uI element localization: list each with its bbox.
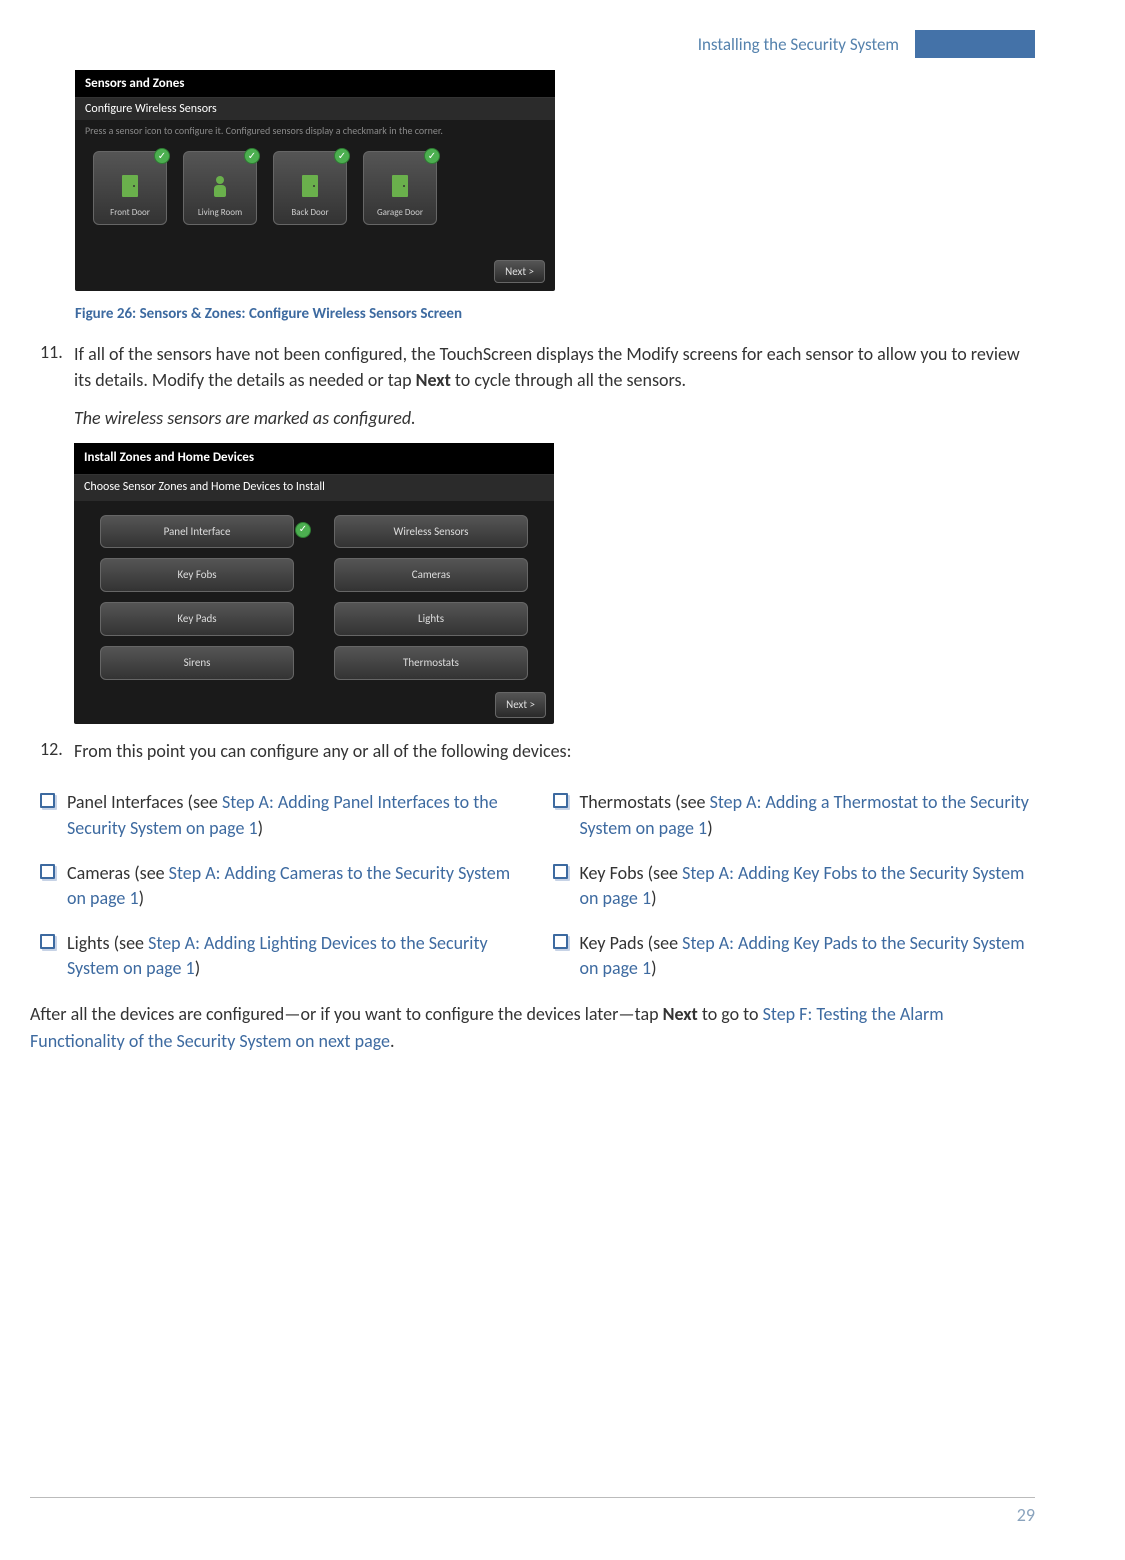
checkbox-icon xyxy=(40,793,55,808)
figure-caption: Figure 26: Sensors & Zones: Configure Wi… xyxy=(75,305,1035,323)
device-checklist: Panel Interfaces (see Step A: Adding Pan… xyxy=(40,790,1035,981)
check-thermostats: Thermostats (see Step A: Adding a Thermo… xyxy=(553,790,1036,840)
checkmark-icon: ✓ xyxy=(154,148,170,164)
step-11: 11. If all of the sensors have not been … xyxy=(40,341,1035,724)
device-label: Cameras xyxy=(412,568,451,581)
step-11-italic: The wireless sensors are marked as confi… xyxy=(74,405,1035,431)
check-tail: ) xyxy=(651,887,656,909)
device-label: Key Pads xyxy=(177,612,216,625)
check-key-pads: Key Pads (see Step A: Adding Key Pads to… xyxy=(553,931,1036,981)
check-tail: ) xyxy=(195,957,200,979)
ss2-subtitle: Choose Sensor Zones and Home Devices to … xyxy=(74,474,554,500)
check-tail: ) xyxy=(651,957,656,979)
check-tail: ) xyxy=(139,887,144,909)
sensor-living-room[interactable]: ✓ Living Room xyxy=(183,151,257,225)
ss2-title: Install Zones and Home Devices xyxy=(74,443,554,474)
device-thermostats[interactable]: Thermostats xyxy=(334,646,528,680)
device-label: Key Fobs xyxy=(177,568,216,581)
page-header: Installing the Security System xyxy=(30,30,1035,58)
sensor-label: Living Room xyxy=(198,207,242,218)
ss1-help: Press a sensor icon to configure it. Con… xyxy=(75,120,555,141)
step-11-text: If all of the sensors have not been conf… xyxy=(74,341,1035,393)
door-icon xyxy=(387,171,413,201)
step-12-text: From this point you can configure any or… xyxy=(74,738,1035,764)
header-title: Installing the Security System xyxy=(698,30,915,55)
checkmark-icon: ✓ xyxy=(244,148,260,164)
page-number: 29 xyxy=(1017,1504,1035,1526)
checkmark-icon: ✓ xyxy=(424,148,440,164)
after-a: After all the devices are configured—or … xyxy=(30,1003,663,1025)
checkbox-icon xyxy=(553,864,568,879)
checkbox-icon xyxy=(40,934,55,949)
device-label: Lights xyxy=(418,612,444,625)
check-lead: Key Pads (see xyxy=(580,932,683,954)
checkbox-icon xyxy=(40,864,55,879)
ss1-subtitle: Configure Wireless Sensors xyxy=(75,97,555,120)
sensor-row: ✓ Front Door ✓ Living Room ✓ Back Door ✓… xyxy=(93,151,537,225)
sensor-back-door[interactable]: ✓ Back Door xyxy=(273,151,347,225)
checkmark-icon: ✓ xyxy=(295,522,311,538)
check-lead: Cameras (see xyxy=(67,862,169,884)
check-tail: ) xyxy=(707,817,712,839)
sensor-label: Front Door xyxy=(110,207,150,218)
step-11-b: to cycle through all the sensors. xyxy=(451,369,686,391)
ss1-title: Sensors and Zones xyxy=(75,70,555,97)
device-key-pads[interactable]: Key Pads xyxy=(100,602,294,636)
checkmark-icon: ✓ xyxy=(334,148,350,164)
device-key-fobs[interactable]: Key Fobs xyxy=(100,558,294,592)
after-d: . xyxy=(390,1030,395,1052)
device-label: Wireless Sensors xyxy=(394,525,469,538)
sensor-label: Back Door xyxy=(291,207,328,218)
check-tail: ) xyxy=(258,817,263,839)
device-lights[interactable]: Lights xyxy=(334,602,528,636)
device-label: Thermostats xyxy=(403,656,459,669)
after-note: After all the devices are configured—or … xyxy=(30,1001,1035,1053)
check-lead: Lights (see xyxy=(67,932,148,954)
device-wireless-sensors[interactable]: Wireless Sensors xyxy=(334,515,528,549)
check-lead: Thermostats (see xyxy=(580,791,710,813)
check-lead: Panel Interfaces (see xyxy=(67,791,222,813)
step-11-bold: Next xyxy=(416,369,451,391)
screenshot-sensors-zones: Sensors and Zones Configure Wireless Sen… xyxy=(75,70,555,291)
header-tab xyxy=(915,30,1035,58)
check-panel-interfaces: Panel Interfaces (see Step A: Adding Pan… xyxy=(40,790,523,840)
after-c: to go to xyxy=(698,1003,763,1025)
next-button[interactable]: Next > xyxy=(494,260,545,283)
step-12: 12. From this point you can configure an… xyxy=(40,738,1035,776)
check-key-fobs: Key Fobs (see Step A: Adding Key Fobs to… xyxy=(553,861,1036,911)
check-lead: Key Fobs (see xyxy=(580,862,683,884)
checkbox-icon xyxy=(553,793,568,808)
page-footer: 29 xyxy=(30,1497,1035,1526)
person-icon xyxy=(207,171,233,201)
after-bold: Next xyxy=(663,1003,698,1025)
device-label: Sirens xyxy=(184,656,211,669)
door-icon xyxy=(117,171,143,201)
sensor-front-door[interactable]: ✓ Front Door xyxy=(93,151,167,225)
step-number: 11. xyxy=(40,341,74,724)
device-label: Panel Interface xyxy=(164,525,231,538)
device-sirens[interactable]: Sirens xyxy=(100,646,294,680)
screenshot-install-zones: Install Zones and Home Devices Choose Se… xyxy=(74,443,554,724)
checkbox-icon xyxy=(553,934,568,949)
door-icon xyxy=(297,171,323,201)
check-cameras: Cameras (see Step A: Adding Cameras to t… xyxy=(40,861,523,911)
device-panel-interface[interactable]: Panel Interface ✓ xyxy=(100,515,294,549)
check-lights: Lights (see Step A: Adding Lighting Devi… xyxy=(40,931,523,981)
next-button[interactable]: Next > xyxy=(495,692,546,718)
sensor-label: Garage Door xyxy=(377,207,423,218)
sensor-garage-door[interactable]: ✓ Garage Door xyxy=(363,151,437,225)
step-number: 12. xyxy=(40,738,74,776)
device-cameras[interactable]: Cameras xyxy=(334,558,528,592)
